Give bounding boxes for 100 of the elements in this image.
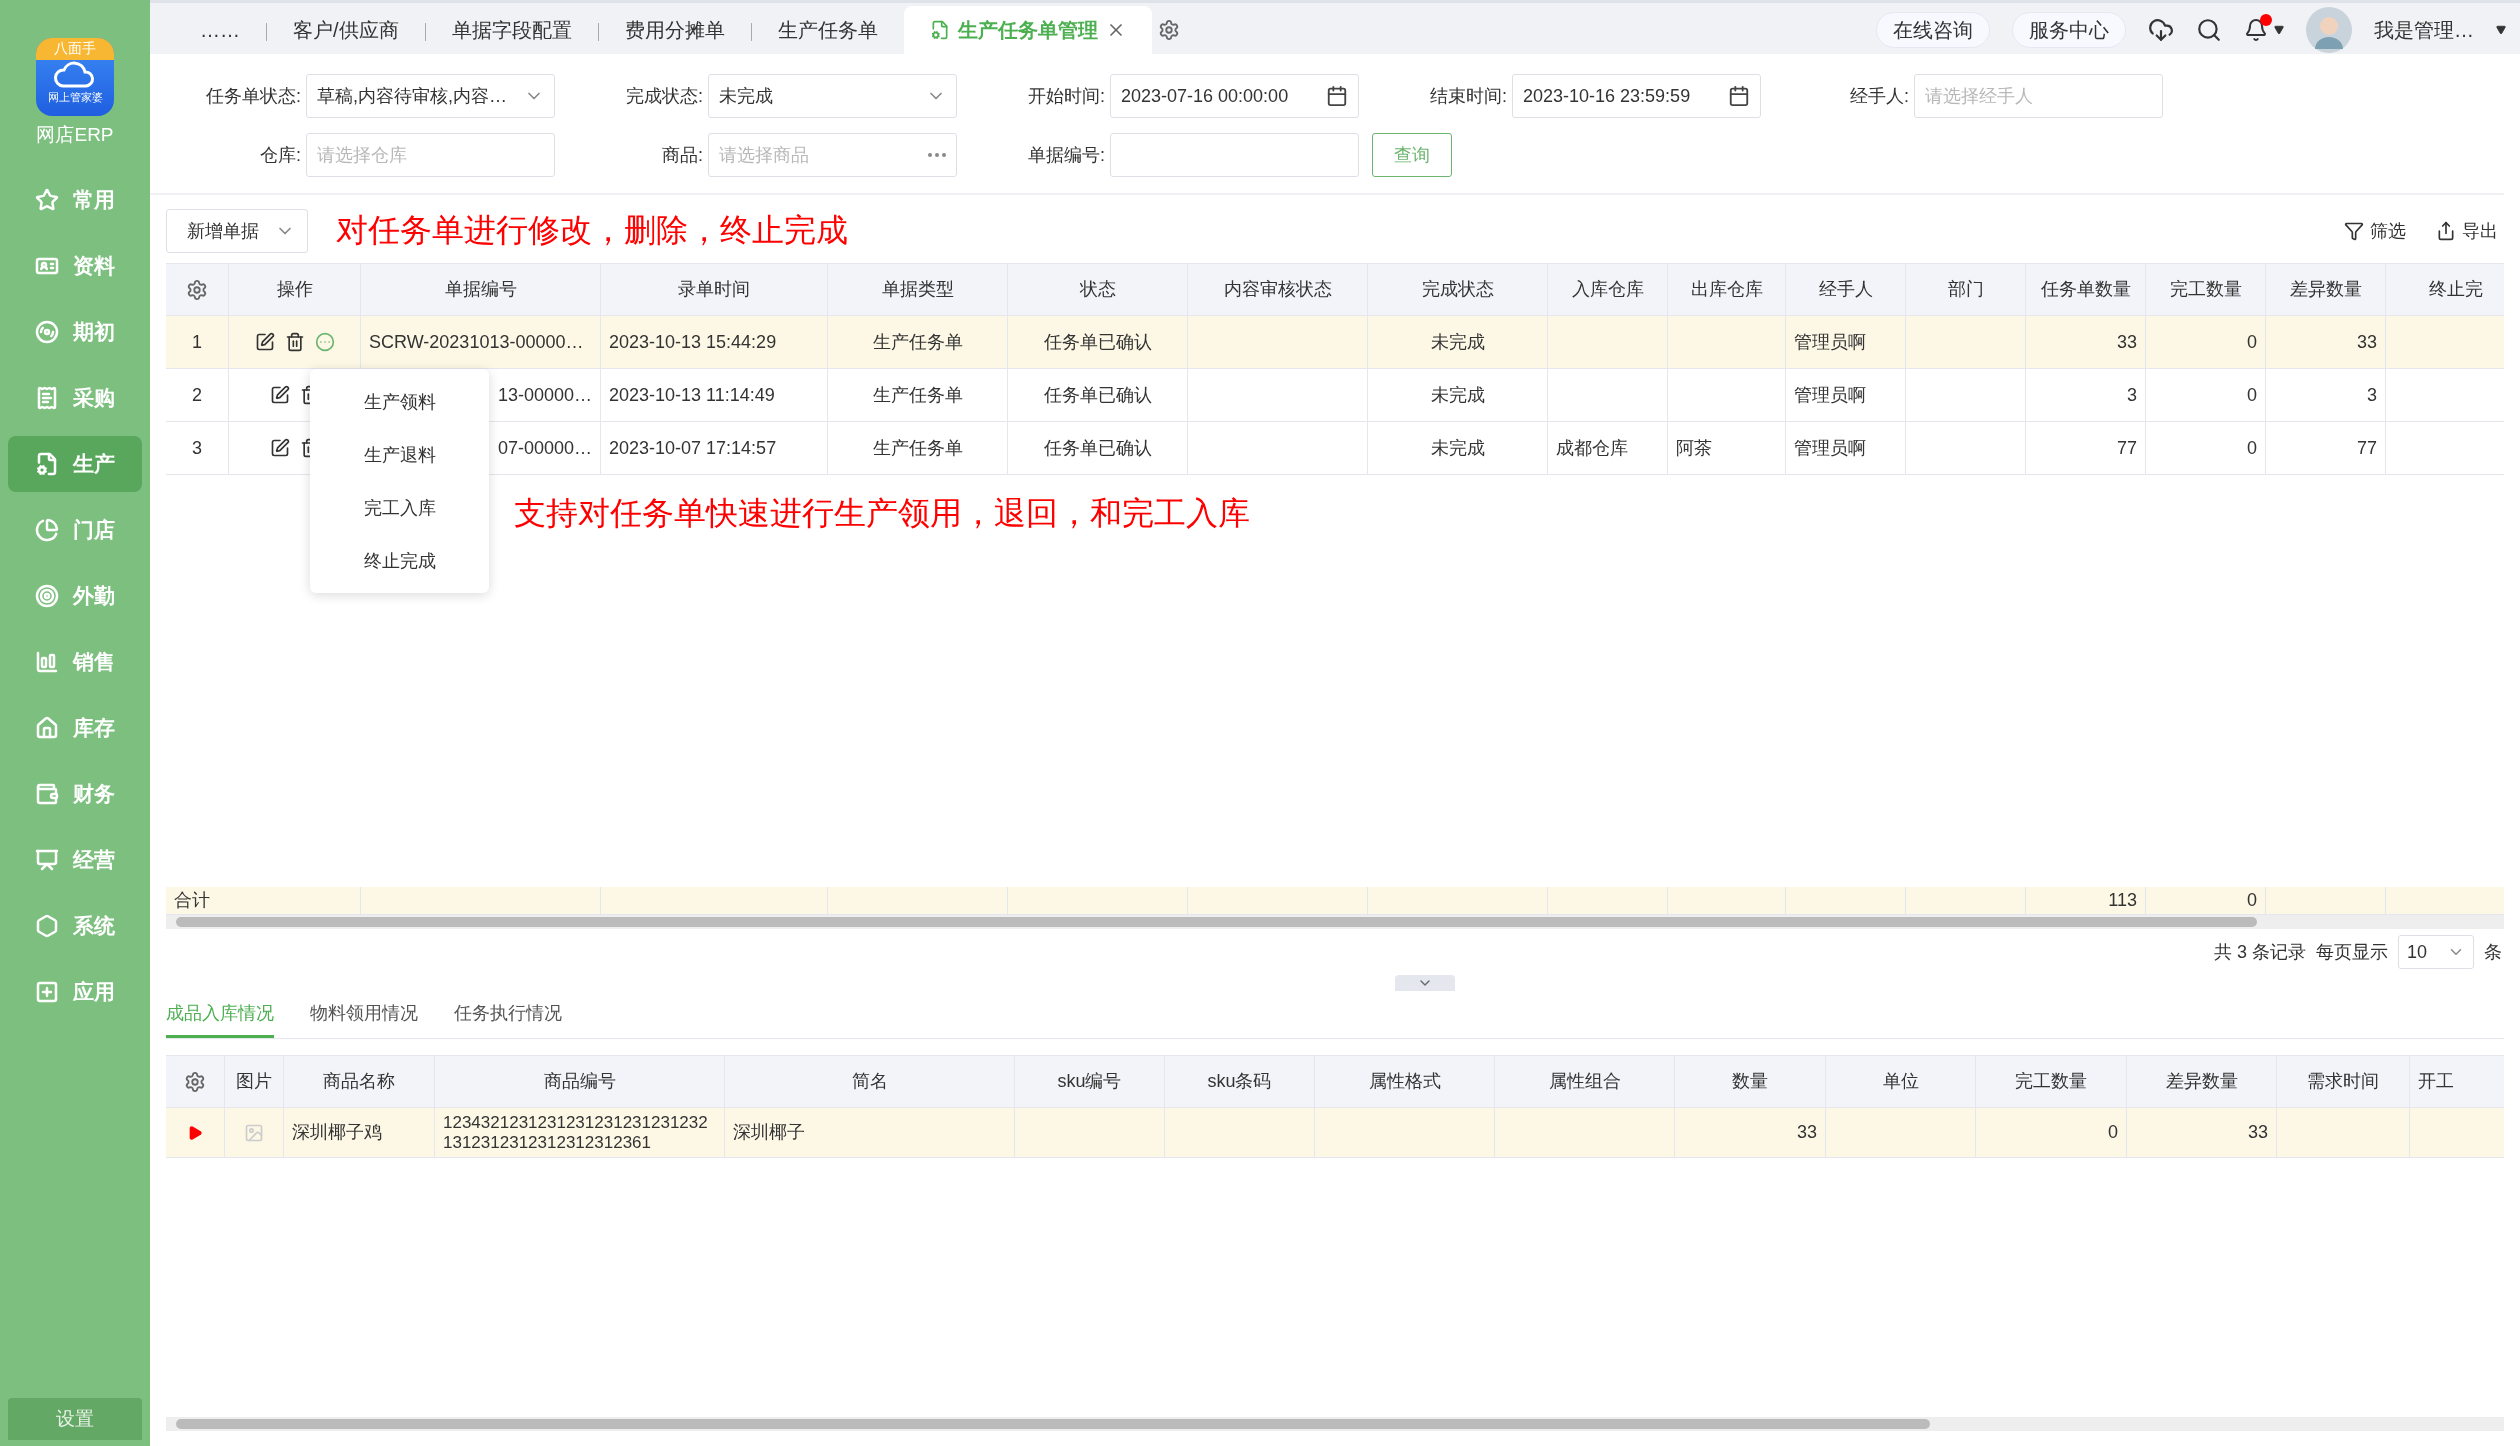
record-count: 共 3 条记录: [2214, 941, 2306, 964]
horizontal-scrollbar[interactable]: [166, 1417, 2504, 1431]
menu-icon: [35, 848, 59, 872]
detail-tab[interactable]: 任务执行情况: [454, 991, 562, 1038]
filter-label: 仓库:: [259, 144, 301, 167]
menu-item[interactable]: 终止完成: [310, 534, 489, 587]
menu-icon: [35, 188, 59, 212]
filter-label: 完成状态:: [625, 85, 703, 108]
filter-label: 开始时间:: [1027, 85, 1105, 108]
menu-icon: [35, 914, 59, 938]
page-size-unit: 条: [2484, 941, 2502, 964]
calendar-icon: [1728, 85, 1750, 107]
table-cell: 07-00000…: [497, 437, 592, 459]
caret-icon[interactable]: [2496, 25, 2506, 35]
table-cell: 任务单已确认: [1043, 331, 1152, 353]
table-cell: 生产任务单: [872, 384, 963, 406]
column-header: 简名: [851, 1071, 888, 1092]
table-cell: 77: [2116, 437, 2137, 459]
page-size-select[interactable]: 10: [2398, 935, 2474, 969]
input-field[interactable]: [1110, 133, 1359, 177]
user-name[interactable]: 我是管理…: [2374, 16, 2474, 44]
detail-tab[interactable]: 物料领用情况: [310, 991, 418, 1038]
cloud-icon: [53, 60, 97, 90]
header-link[interactable]: 在线咨询: [1876, 12, 1990, 48]
column-header: 数量: [1732, 1071, 1768, 1092]
total-cell: 113: [2108, 890, 2137, 911]
column-header: 状态: [1079, 279, 1116, 300]
delete-icon[interactable]: [284, 332, 305, 352]
table-cell: 任务单已确认: [1043, 384, 1152, 406]
new-document-button[interactable]: 新增单据: [166, 209, 308, 253]
filter-label: 任务单状态:: [205, 85, 301, 108]
table-cell: 任务单已确认: [1043, 437, 1152, 459]
export-button[interactable]: 导出: [2430, 218, 2504, 244]
column-settings-icon[interactable]: [186, 278, 208, 301]
page-tab[interactable]: 生产任务单: [751, 6, 904, 54]
edit-icon[interactable]: [269, 438, 290, 458]
column-header: 属性格式: [1368, 1071, 1441, 1092]
menu-icon: [35, 980, 59, 1004]
date-field[interactable]: 2023-10-16 23:59:59: [1512, 74, 1761, 118]
document-icon: [929, 20, 950, 40]
menu-icon: [35, 452, 59, 476]
table-row[interactable]: 1 SCRW-20231013-00000… 2023-10-13 15:44:29 生产任务单 任务单已确认 未完成 管理员啊 33 0 33: [166, 316, 2504, 369]
table-cell: 生产任务单: [872, 437, 963, 459]
menu-icon: [35, 386, 59, 410]
table-cell: 管理员啊: [1794, 437, 1866, 459]
settings-icon[interactable]: [1157, 19, 1180, 41]
annotation-text: 对任务单进行修改，删除，终止完成: [336, 211, 848, 250]
filter-icon: [2344, 221, 2364, 241]
select-field[interactable]: 未完成: [708, 74, 957, 118]
column-header: 任务单数量: [2040, 279, 2131, 300]
table-cell: 33: [2356, 331, 2377, 353]
table-row[interactable]: 深圳椰子鸡 12343212312312312312312312321312312312312312312361 深圳椰子 33 0 33: [166, 1108, 2504, 1158]
table-cell: 0: [2247, 437, 2257, 459]
column-header: 完工数量: [2169, 279, 2242, 300]
column-header: 出库仓库: [1690, 279, 1763, 300]
page-tab[interactable]: 单据字段配置: [425, 6, 598, 54]
column-header: 完工数量: [2015, 1071, 2087, 1092]
menu-icon: [35, 716, 59, 740]
column-header: 完成状态: [1421, 279, 1494, 300]
row-number: 3: [192, 437, 202, 459]
column-header: 商品名称: [323, 1071, 395, 1092]
column-settings-icon[interactable]: [184, 1070, 206, 1093]
cloud-download-icon[interactable]: [2148, 17, 2174, 43]
edit-icon[interactable]: [254, 332, 275, 352]
page-size-label: 每页显示: [2316, 941, 2388, 964]
row-number: 1: [192, 331, 202, 353]
search-icon[interactable]: [2196, 17, 2222, 43]
filter-button[interactable]: 筛选: [2338, 218, 2412, 244]
table-cell: 0: [2247, 384, 2257, 406]
table-cell: 77: [2356, 437, 2377, 459]
date-field[interactable]: 2023-07-16 00:00:00: [1110, 74, 1359, 118]
table-cell-text: 12343212312312312312312312321312312312312312312361: [443, 1112, 709, 1153]
column-header: 终止完: [2428, 279, 2483, 300]
table-cell: 管理员啊: [1794, 384, 1866, 406]
annotation-text: 支持对任务单快速进行生产领用，退回，和完工入库: [514, 494, 1250, 533]
table-cell: 0: [2108, 1122, 2118, 1143]
row-number: 2: [192, 384, 202, 406]
logo-text: 网上管家婆: [47, 90, 103, 105]
page-tab[interactable]: 客户/供应商: [267, 6, 425, 54]
header-link[interactable]: 服务中心: [2012, 12, 2126, 48]
menu-icon: [35, 320, 59, 344]
app-name: 网店ERP: [36, 123, 114, 147]
menu-icon: [35, 650, 59, 674]
table-cell: 管理员啊: [1794, 331, 1866, 353]
page-tab[interactable]: ……: [174, 6, 266, 54]
select-field[interactable]: 草稿,内容待审核,内容…: [306, 74, 555, 118]
logo-text: 八面手: [36, 38, 114, 60]
menu-icon: [35, 584, 59, 608]
column-header: sku编号: [1057, 1071, 1122, 1092]
column-header: 内容审核状态: [1223, 279, 1332, 300]
column-header: 图片: [236, 1071, 272, 1092]
horizontal-scrollbar[interactable]: [166, 915, 2504, 929]
page-tab[interactable]: 费用分摊单: [598, 6, 751, 54]
edit-icon[interactable]: [269, 385, 290, 405]
table-cell: SCRW-20231013-00000…: [369, 331, 584, 353]
calendar-icon: [1326, 85, 1348, 107]
column-header: 经手人: [1818, 279, 1873, 300]
collapse-handle[interactable]: [1395, 975, 1455, 991]
menu-item[interactable]: 完工入库: [310, 481, 489, 534]
table-cell: 33: [2247, 1122, 2268, 1143]
